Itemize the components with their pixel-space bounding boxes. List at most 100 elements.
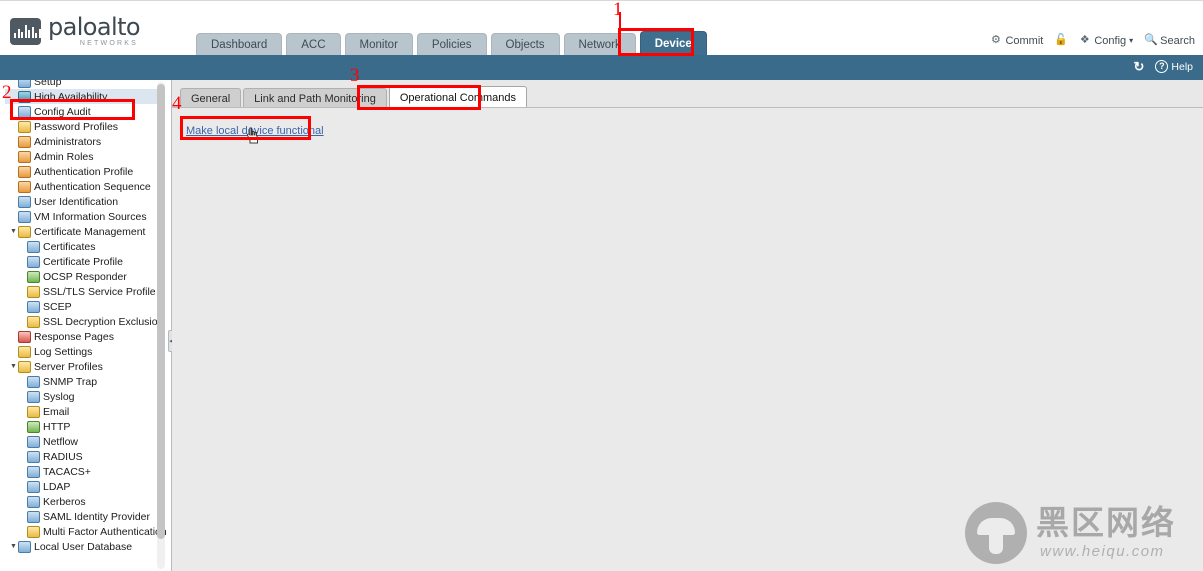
- make-local-device-functional-link[interactable]: Make local device functional: [186, 125, 324, 137]
- kerberos-icon: [27, 495, 40, 508]
- sidebar-scrollbar-thumb[interactable]: [157, 84, 165, 539]
- sidebar-item-authentication-sequence[interactable]: Authentication Sequence: [5, 179, 165, 194]
- sidebar-item-vm-information-sources[interactable]: VM Information Sources: [5, 209, 165, 224]
- auth-seq-icon: [18, 180, 31, 193]
- sidebar-item-label: Server Profiles: [34, 360, 103, 373]
- sidebar-item-label: Setup: [34, 80, 62, 88]
- nav-tab-monitor[interactable]: Monitor: [344, 33, 413, 56]
- certificate-icon: [27, 240, 40, 253]
- sidebar-item-server-profiles[interactable]: ▼ Server Profiles: [5, 359, 165, 374]
- sidebar-item-label: Multi Factor Authentication: [43, 525, 167, 538]
- sidebar-item-response-pages[interactable]: Response Pages: [5, 329, 165, 344]
- netflow-icon: [27, 435, 40, 448]
- header-action-commit[interactable]: ⚙ Commit: [989, 34, 1043, 47]
- sidebar-item-label: Syslog: [43, 390, 75, 403]
- mfa-icon: [27, 525, 40, 538]
- sidebar-item-admin-roles[interactable]: Admin Roles: [5, 149, 165, 164]
- content-sub-tabs: General Link and Path Monitoring Operation…: [180, 86, 527, 108]
- tacacs-icon: [27, 465, 40, 478]
- sidebar-item-multi-factor-authentication[interactable]: Multi Factor Authentication: [5, 524, 167, 539]
- folder-icon: [18, 360, 31, 373]
- syslog-icon: [27, 390, 40, 403]
- sidebar-item-certificates[interactable]: Certificates: [5, 239, 165, 254]
- header-actions: ⚙ Commit 🔓 ❖ Config ▾ 🔍 Search: [989, 34, 1195, 47]
- header-action-lock-open-icon[interactable]: 🔓: [1054, 34, 1069, 47]
- sidebar-item-label: Log Settings: [34, 345, 93, 358]
- sidebar-item-label: Password Profiles: [34, 120, 119, 133]
- sidebar-item-kerberos[interactable]: Kerberos: [5, 494, 165, 509]
- sidebar-item-administrators[interactable]: Administrators: [5, 134, 165, 149]
- config-audit-icon: [18, 105, 31, 118]
- sidebar-item-label: SSL/TLS Service Profile: [43, 285, 156, 298]
- sidebar-item-ssl-tls-service-profile[interactable]: SSL/TLS Service Profile: [5, 284, 165, 299]
- sidebar-item-syslog[interactable]: Syslog: [5, 389, 165, 404]
- sidebar-item-certificate-profile[interactable]: Certificate Profile: [5, 254, 165, 269]
- nav-tab-dashboard[interactable]: Dashboard: [196, 33, 283, 56]
- nav-tab-policies[interactable]: Policies: [416, 33, 487, 56]
- sidebar-item-certificate-management[interactable]: ▼ Certificate Management: [5, 224, 165, 239]
- sidebar-item-ldap[interactable]: LDAP: [5, 479, 165, 494]
- sidebar-item-saml-identity-provider[interactable]: SAML Identity Provider: [5, 509, 165, 524]
- folder-icon: [18, 225, 31, 238]
- sidebar-item-authentication-profile[interactable]: Authentication Profile: [5, 164, 165, 179]
- sidebar-item-local-user-database[interactable]: ▼ Local User Database: [5, 539, 165, 554]
- sidebar-item-ocsp-responder[interactable]: OCSP Responder: [5, 269, 165, 284]
- chevron-down-icon[interactable]: ▼: [9, 363, 18, 370]
- admin-role-icon: [18, 150, 31, 163]
- sidebar-item-snmp-trap[interactable]: SNMP Trap: [5, 374, 165, 389]
- top-brand-bar: paloalto NETWORKS Dashboard ACC Monitor Pol…: [0, 0, 1203, 56]
- sidebar-item-label: VM Information Sources: [34, 210, 147, 223]
- sidebar-item-label: RADIUS: [43, 450, 83, 463]
- sidebar-item-label: Email: [43, 405, 70, 418]
- sub-tab-operational-commands[interactable]: Operational Commands: [388, 86, 527, 108]
- email-icon: [27, 405, 40, 418]
- sidebar-item-setup[interactable]: Setup: [5, 80, 165, 89]
- nav-tab-acc[interactable]: ACC: [286, 33, 341, 56]
- sidebar-item-radius[interactable]: RADIUS: [5, 449, 165, 464]
- nav-tab-device[interactable]: Device: [639, 31, 707, 56]
- sidebar-item-label: Authentication Sequence: [34, 180, 151, 193]
- sidebar-item-label: User Identification: [34, 195, 119, 208]
- sidebar-item-password-profiles[interactable]: Password Profiles: [5, 119, 165, 134]
- nav-tab-objects[interactable]: Objects: [490, 33, 560, 56]
- commit-icon: ⚙: [991, 34, 1001, 46]
- sidebar-item-netflow[interactable]: Netflow: [5, 434, 165, 449]
- sub-tab-link-and-path-monitoring[interactable]: Link and Path Monitoring: [243, 88, 387, 108]
- config-icon: ❖: [1079, 34, 1090, 46]
- nav-tab-network[interactable]: Network: [563, 33, 636, 56]
- log-settings-icon: [18, 345, 31, 358]
- bluebar-action-help[interactable]: ? Help: [1155, 60, 1193, 73]
- lock-open-icon: 🔓: [1054, 34, 1069, 46]
- radius-icon: [27, 450, 40, 463]
- sidebar-item-label: HTTP: [43, 420, 71, 433]
- sidebar-item-user-identification[interactable]: User Identification: [5, 194, 165, 209]
- brand-logo[interactable]: paloalto NETWORKS: [10, 15, 141, 47]
- paloalto-logo-icon: [10, 17, 41, 45]
- sidebar-item-ssl-decryption-exclusion[interactable]: SSL Decryption Exclusion: [5, 314, 165, 329]
- ha-icon: [18, 90, 31, 103]
- sidebar-item-label: SCEP: [43, 300, 72, 313]
- vm-info-icon: [18, 210, 31, 223]
- sidebar-item-high-availability[interactable]: High Availability: [5, 89, 165, 104]
- sidebar-item-scep[interactable]: SCEP: [5, 299, 165, 314]
- sidebar-item-http[interactable]: HTTP: [5, 419, 165, 434]
- blue-context-bar: ↻ ? Help: [0, 55, 1203, 80]
- header-action-config[interactable]: ❖ Config ▾: [1078, 34, 1133, 47]
- sidebar-item-label: LDAP: [43, 480, 71, 493]
- sub-tab-general[interactable]: General: [180, 88, 242, 108]
- snmp-icon: [27, 375, 40, 388]
- chevron-down-icon[interactable]: ▼: [9, 228, 18, 235]
- sidebar-item-tacacs[interactable]: TACACS+: [5, 464, 165, 479]
- sidebar-item-config-audit[interactable]: Config Audit: [5, 104, 165, 119]
- sidebar-item-email[interactable]: Email: [5, 404, 165, 419]
- auth-profile-icon: [18, 165, 31, 178]
- response-page-icon: [18, 330, 31, 343]
- sidebar-item-label: Certificate Management: [34, 225, 146, 238]
- sidebar-item-label: Certificates: [43, 240, 96, 253]
- bluebar-action-refresh-icon[interactable]: ↻: [1132, 60, 1145, 73]
- header-action-label: Config: [1094, 34, 1127, 47]
- sidebar-item-label: Authentication Profile: [34, 165, 134, 178]
- header-action-search[interactable]: 🔍 Search: [1144, 34, 1195, 47]
- chevron-down-icon[interactable]: ▼: [9, 543, 18, 550]
- sidebar-item-log-settings[interactable]: Log Settings: [5, 344, 165, 359]
